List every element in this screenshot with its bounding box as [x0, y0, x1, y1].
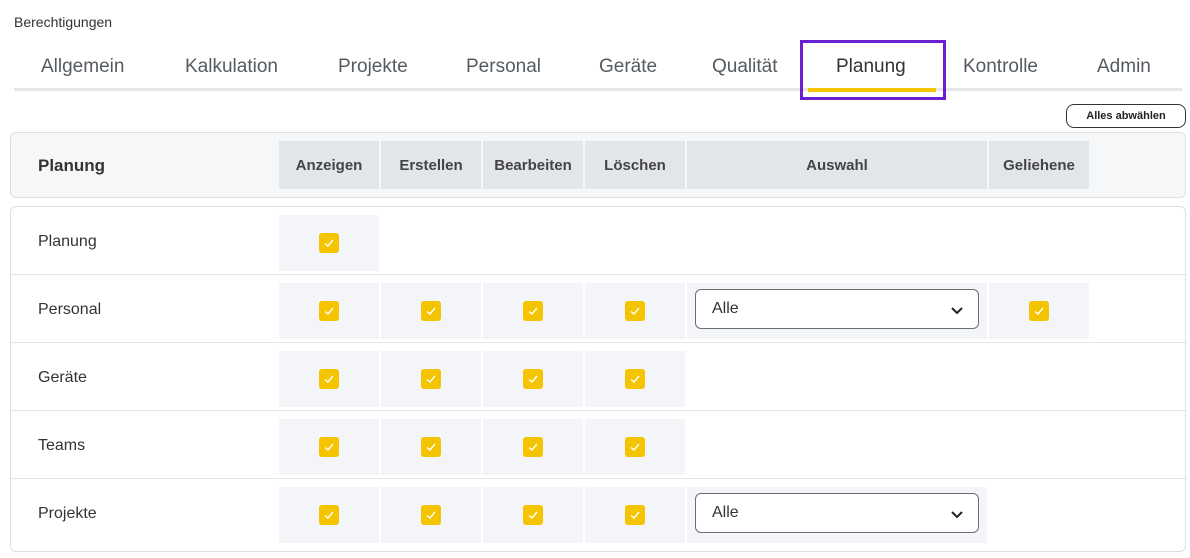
- check-icon: [630, 511, 640, 519]
- tab-admin[interactable]: Admin: [1097, 56, 1151, 86]
- tab-geraete[interactable]: Geräte: [599, 56, 657, 86]
- cell-auswahl: Alle: [687, 283, 987, 339]
- row-label: Personal: [38, 301, 102, 318]
- check-icon: [1034, 307, 1044, 315]
- cell-erstellen: [381, 487, 481, 543]
- active-tab-highlight-box: [800, 40, 946, 100]
- cell-anzeigen: [279, 487, 379, 543]
- checkbox-anzeigen[interactable]: [319, 369, 339, 389]
- check-icon: [528, 375, 538, 383]
- tab-qualitaet[interactable]: Qualität: [712, 56, 777, 86]
- cell-anzeigen: [279, 283, 379, 339]
- cell-loeschen: [585, 283, 685, 339]
- check-icon: [630, 307, 640, 315]
- cell-erstellen: [381, 283, 481, 339]
- check-icon: [528, 307, 538, 315]
- check-icon: [528, 511, 538, 519]
- check-icon: [426, 443, 436, 451]
- checkbox-geliehene[interactable]: [1029, 301, 1049, 321]
- tab-bar: Allgemein Kalkulation Projekte Personal …: [14, 40, 1182, 100]
- column-header-erstellen: Erstellen: [381, 141, 481, 189]
- checkbox-anzeigen[interactable]: [319, 437, 339, 457]
- checkbox-bearbeiten[interactable]: [523, 369, 543, 389]
- checkbox-erstellen[interactable]: [421, 505, 441, 525]
- checkbox-bearbeiten[interactable]: [523, 505, 543, 525]
- table-row-teams: Teams: [11, 411, 1187, 479]
- tab-kalkulation[interactable]: Kalkulation: [185, 56, 278, 86]
- auswahl-select[interactable]: Alle: [695, 493, 979, 533]
- cell-anzeigen: [279, 351, 379, 407]
- cell-bearbeiten: [483, 351, 583, 407]
- checkbox-erstellen[interactable]: [421, 301, 441, 321]
- tab-bar-divider: [14, 88, 1182, 91]
- page-title: Berechtigungen: [14, 14, 113, 30]
- tab-kontrolle[interactable]: Kontrolle: [963, 56, 1038, 86]
- deselect-all-button[interactable]: Alles abwählen: [1066, 104, 1186, 128]
- cell-erstellen: [381, 419, 481, 475]
- checkbox-loeschen[interactable]: [625, 301, 645, 321]
- cell-geliehene: [989, 283, 1089, 339]
- auswahl-select[interactable]: Alle: [695, 289, 979, 329]
- check-icon: [324, 511, 334, 519]
- cell-bearbeiten: [483, 487, 583, 543]
- cell-bearbeiten: [483, 283, 583, 339]
- check-icon: [528, 443, 538, 451]
- checkbox-loeschen[interactable]: [625, 437, 645, 457]
- cell-anzeigen: [279, 215, 379, 271]
- tab-allgemein[interactable]: Allgemein: [41, 56, 124, 86]
- cell-loeschen: [585, 419, 685, 475]
- checkbox-anzeigen[interactable]: [319, 505, 339, 525]
- tab-projekte[interactable]: Projekte: [338, 56, 408, 86]
- table-row-personal: Personal Alle: [11, 275, 1187, 343]
- row-label: Projekte: [38, 505, 97, 522]
- check-icon: [426, 375, 436, 383]
- table-row-planung: Planung: [11, 207, 1187, 275]
- checkbox-loeschen[interactable]: [625, 369, 645, 389]
- check-icon: [426, 511, 436, 519]
- check-icon: [324, 375, 334, 383]
- chevron-down-icon: [951, 307, 963, 315]
- checkbox-loeschen[interactable]: [625, 505, 645, 525]
- checkbox-bearbeiten[interactable]: [523, 437, 543, 457]
- checkbox-bearbeiten[interactable]: [523, 301, 543, 321]
- chevron-down-icon: [951, 511, 963, 519]
- permissions-table-header: Planung Anzeigen Erstellen Bearbeiten Lö…: [10, 132, 1186, 198]
- checkbox-erstellen[interactable]: [421, 437, 441, 457]
- cell-loeschen: [585, 487, 685, 543]
- cell-loeschen: [585, 351, 685, 407]
- column-header-anzeigen: Anzeigen: [279, 141, 379, 189]
- cell-auswahl: Alle: [687, 487, 987, 543]
- table-row-projekte: Projekte Alle: [11, 479, 1187, 547]
- check-icon: [324, 307, 334, 315]
- column-header-geliehene: Geliehene: [989, 141, 1089, 189]
- permissions-table-body: Planung Personal Alle Geräte Teams Proje…: [10, 206, 1187, 552]
- row-label: Geräte: [38, 369, 87, 386]
- cell-bearbeiten: [483, 419, 583, 475]
- cell-anzeigen: [279, 419, 379, 475]
- tab-personal[interactable]: Personal: [466, 56, 541, 86]
- column-header-bearbeiten: Bearbeiten: [483, 141, 583, 189]
- check-icon: [630, 443, 640, 451]
- section-title: Planung: [38, 156, 106, 175]
- auswahl-select-value: Alle: [712, 504, 739, 521]
- row-label: Planung: [38, 233, 97, 250]
- check-icon: [324, 443, 334, 451]
- check-icon: [324, 239, 334, 247]
- checkbox-anzeigen[interactable]: [319, 301, 339, 321]
- column-header-loeschen: Löschen: [585, 141, 685, 189]
- checkbox-anzeigen[interactable]: [319, 233, 339, 253]
- column-header-auswahl: Auswahl: [687, 141, 987, 189]
- checkbox-erstellen[interactable]: [421, 369, 441, 389]
- cell-erstellen: [381, 351, 481, 407]
- row-label: Teams: [38, 437, 86, 454]
- auswahl-select-value: Alle: [712, 300, 739, 317]
- check-icon: [426, 307, 436, 315]
- table-row-geraete: Geräte: [11, 343, 1187, 411]
- check-icon: [630, 375, 640, 383]
